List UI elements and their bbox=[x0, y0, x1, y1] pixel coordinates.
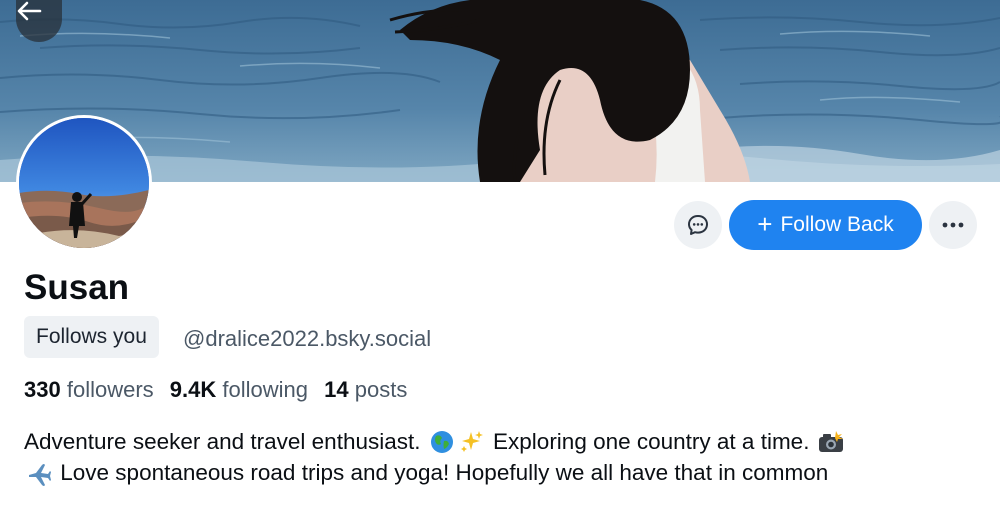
banner-photo bbox=[0, 0, 1000, 182]
camera-flash-emoji-icon bbox=[816, 428, 846, 456]
bio-line-2: Love spontaneous road trips and yoga! Ho… bbox=[24, 457, 984, 488]
plus-icon: + bbox=[757, 209, 773, 239]
message-button[interactable] bbox=[674, 201, 722, 249]
followers-count: 330 bbox=[24, 377, 61, 402]
posts-count: 14 bbox=[324, 377, 349, 402]
profile-page: + Follow Back Susan Follows you @dralice… bbox=[0, 0, 1000, 508]
profile-handle[interactable]: @dralice2022.bsky.social bbox=[183, 326, 431, 352]
followers-link[interactable]: 330 followers bbox=[24, 377, 154, 402]
ellipsis-icon bbox=[942, 222, 964, 228]
display-name: Susan bbox=[24, 268, 130, 307]
posts-label: posts bbox=[354, 377, 408, 402]
follow-back-button[interactable]: + Follow Back bbox=[729, 200, 922, 250]
airplane-emoji-icon bbox=[24, 459, 54, 487]
more-options-button[interactable] bbox=[929, 201, 977, 249]
profile-banner[interactable] bbox=[0, 0, 1000, 182]
sparkles-emoji-icon bbox=[457, 428, 487, 456]
bio-line-1: Adventure seeker and travel enthusiast. … bbox=[24, 426, 984, 457]
bio-text-3: Love spontaneous road trips and yoga! Ho… bbox=[60, 460, 829, 485]
profile-bio: Adventure seeker and travel enthusiast. … bbox=[24, 426, 984, 488]
following-label: following bbox=[222, 377, 308, 402]
following-link[interactable]: 9.4K following bbox=[170, 377, 308, 402]
bio-text-1: Adventure seeker and travel enthusiast. bbox=[24, 429, 421, 454]
chat-bubble-icon bbox=[688, 215, 708, 235]
posts-stat: 14 posts bbox=[324, 377, 407, 402]
globe-emoji-icon bbox=[427, 428, 457, 456]
bio-text-2: Exploring one country at a time. bbox=[493, 429, 810, 454]
follows-you-badge: Follows you bbox=[24, 316, 159, 358]
profile-stats: 330 followers 9.4K following 14 posts bbox=[24, 377, 407, 403]
following-count: 9.4K bbox=[169, 377, 217, 402]
followers-label: followers bbox=[66, 377, 154, 402]
avatar[interactable] bbox=[16, 115, 152, 251]
arrow-left-icon bbox=[17, 1, 42, 21]
avatar-photo bbox=[19, 118, 149, 248]
follow-back-label: Follow Back bbox=[780, 213, 894, 236]
